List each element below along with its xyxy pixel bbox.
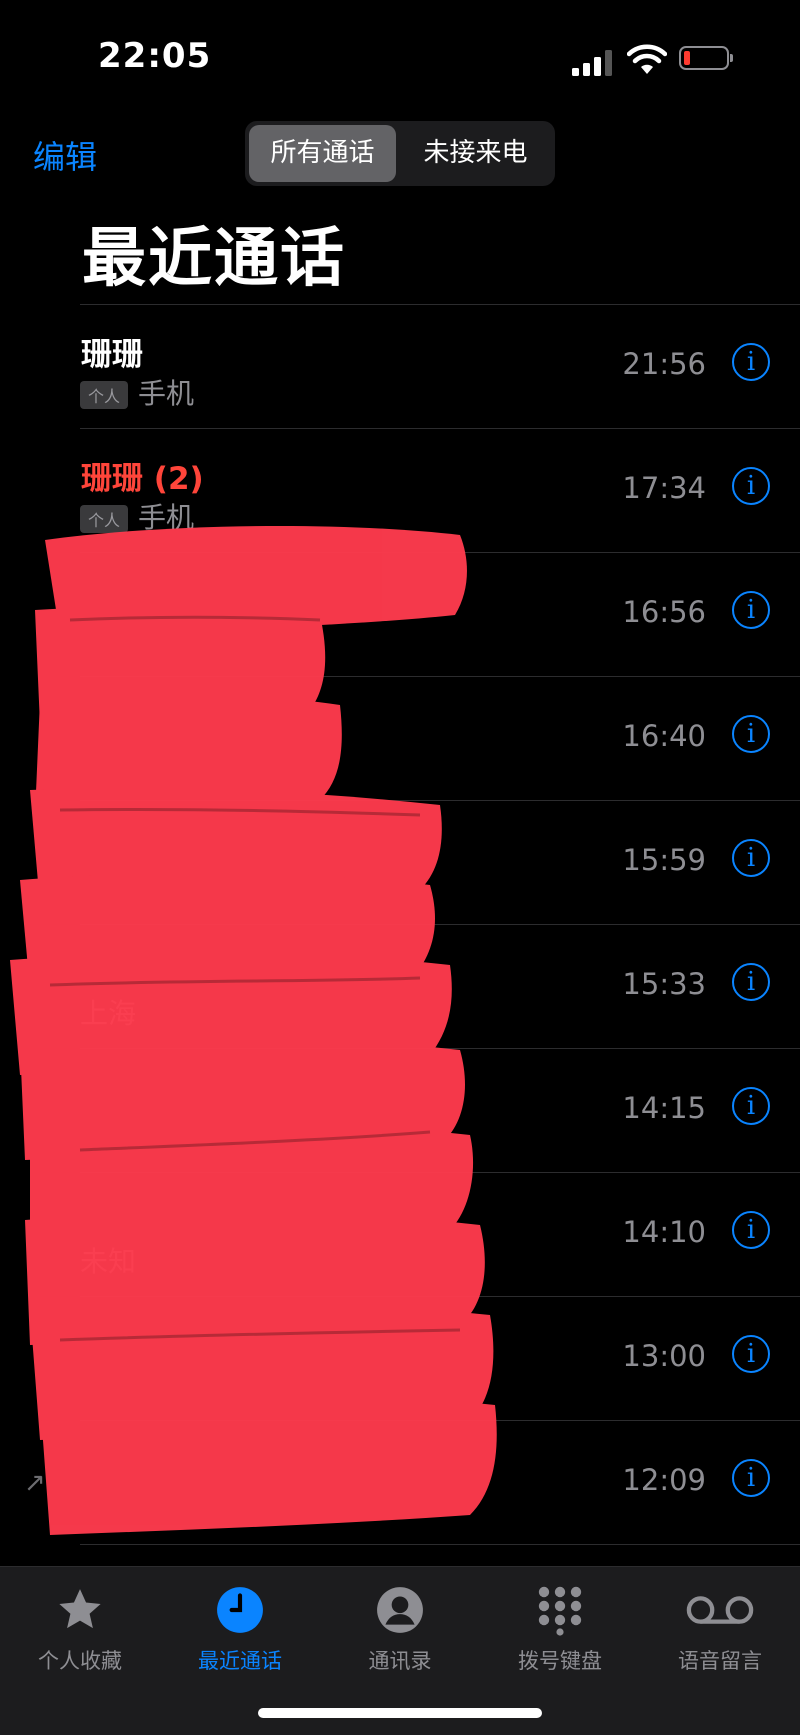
info-icon[interactable]: i [732,1087,770,1125]
caller-name: 珊珊 (2) [81,461,204,497]
call-row[interactable]: 珊珊 个人 手机 21:56 i [80,304,800,428]
tab-keypad[interactable]: 拨号键盘 [480,1579,640,1675]
home-indicator[interactable] [258,1708,542,1718]
call-row[interactable]: 上海 15:33 i [80,924,800,1048]
call-time: 13:00 [622,1339,706,1373]
info-icon[interactable]: i [732,343,770,381]
call-time: 16:56 [622,595,706,629]
star-icon [59,1589,101,1629]
outgoing-call-icon: ↗ [24,1468,46,1498]
tab-label: 通讯录 [368,1649,432,1673]
tab-favorites[interactable]: 个人收藏 [0,1579,160,1675]
call-row[interactable]: 16:56 i [80,552,800,676]
call-time: 15:33 [622,967,706,1001]
tab-label: 个人收藏 [38,1649,122,1673]
info-icon[interactable]: i [732,1335,770,1373]
tab-label: 最近通话 [198,1649,282,1673]
tab-recents[interactable]: 最近通话 [160,1579,320,1675]
contact-badge: 个人 [80,381,129,409]
caller-name: 珊珊 [81,337,143,373]
segment-missed-calls[interactable]: 未接来电 [400,125,551,182]
clock-icon [217,1587,263,1633]
battery-icon [679,46,733,70]
cellular-signal-icon [572,48,616,76]
edit-button[interactable]: 编辑 [33,132,97,178]
tab-label: 语音留言 [678,1649,762,1673]
call-row[interactable]: 16:40 i [80,676,800,800]
contact-icon [377,1587,423,1633]
info-icon[interactable]: i [732,467,770,505]
call-time: 12:09 [622,1463,706,1497]
call-time: 17:34 [622,471,706,505]
tab-contacts[interactable]: 通讯录 [320,1579,480,1675]
call-subtitle: 个人 手机 [80,372,194,412]
call-row[interactable]: 13:00 i [80,1296,800,1420]
info-icon[interactable]: i [732,963,770,1001]
segment-all-calls[interactable]: 所有通话 [249,125,396,182]
info-icon[interactable]: i [732,1459,770,1497]
keypad-icon [538,1586,582,1636]
call-row[interactable]: 未知 14:10 i [80,1172,800,1296]
call-time: 14:10 [622,1215,706,1249]
status-time: 22:05 [98,36,212,76]
status-bar: 22:05 [0,0,800,110]
call-time: 14:15 [622,1091,706,1125]
info-icon[interactable]: i [732,1211,770,1249]
tab-label: 拨号键盘 [518,1649,602,1673]
info-icon[interactable]: i [732,715,770,753]
voicemail-icon [686,1596,754,1624]
info-icon[interactable]: i [732,839,770,877]
call-row[interactable]: 珊珊 (2) 个人 手机 17:34 i [80,428,800,552]
call-row[interactable]: 14:15 i [80,1048,800,1172]
call-time: 21:56 [622,347,706,381]
phone-label: 手机 [138,501,195,534]
call-subtitle: 个人 手机 [80,496,194,536]
recent-calls-list: 珊珊 个人 手机 21:56 i 珊珊 (2) 个人 手机 17:34 i 16:5… [0,304,800,1545]
call-row[interactable]: ↗ 12:09 i [24,1420,800,1545]
call-filter-segmented-control: 所有通话 未接来电 [245,121,555,186]
contact-badge: 个人 [80,505,129,533]
tab-voicemail[interactable]: 语音留言 [640,1579,800,1675]
call-row[interactable]: 15:59 i [80,800,800,924]
call-time: 15:59 [622,843,706,877]
call-time: 16:40 [622,719,706,753]
info-icon[interactable]: i [732,591,770,629]
call-subtitle: 上海 [80,997,137,1030]
phone-label: 手机 [138,377,195,410]
page-title: 最近通话 [82,222,346,296]
wifi-icon [627,44,667,74]
call-subtitle: 未知 [80,1245,137,1278]
